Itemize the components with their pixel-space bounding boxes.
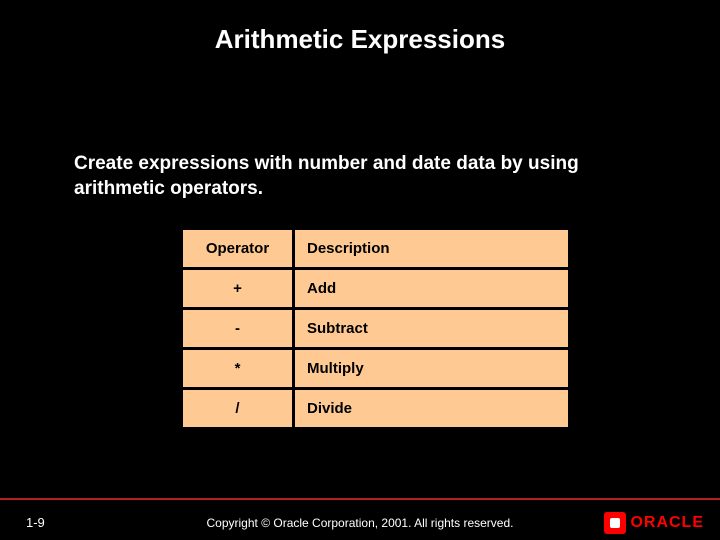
slide-title: Arithmetic Expressions bbox=[0, 24, 720, 55]
cell-description: Divide bbox=[294, 389, 570, 429]
cell-operator: * bbox=[182, 349, 294, 389]
cell-description: Add bbox=[294, 269, 570, 309]
oracle-logo-icon bbox=[604, 512, 626, 534]
table-row: - Subtract bbox=[182, 309, 570, 349]
table-row: * Multiply bbox=[182, 349, 570, 389]
table-row: + Add bbox=[182, 269, 570, 309]
oracle-logo-text: ORACLE bbox=[630, 514, 704, 532]
cell-operator: / bbox=[182, 389, 294, 429]
footer: 1-9 Copyright © Oracle Corporation, 2001… bbox=[0, 498, 720, 540]
slide: Arithmetic Expressions Create expression… bbox=[0, 0, 720, 540]
table-header-row: Operator Description bbox=[182, 229, 570, 269]
cell-operator: - bbox=[182, 309, 294, 349]
table-header-operator: Operator bbox=[182, 229, 294, 269]
oracle-logo: ORACLE bbox=[604, 512, 704, 534]
table-header-description: Description bbox=[294, 229, 570, 269]
table-row: / Divide bbox=[182, 389, 570, 429]
cell-operator: + bbox=[182, 269, 294, 309]
cell-description: Subtract bbox=[294, 309, 570, 349]
footer-divider bbox=[0, 498, 720, 500]
slide-body-text: Create expressions with number and date … bbox=[74, 152, 648, 201]
operators-table: Operator Description + Add - Subtract * … bbox=[180, 227, 571, 430]
cell-description: Multiply bbox=[294, 349, 570, 389]
